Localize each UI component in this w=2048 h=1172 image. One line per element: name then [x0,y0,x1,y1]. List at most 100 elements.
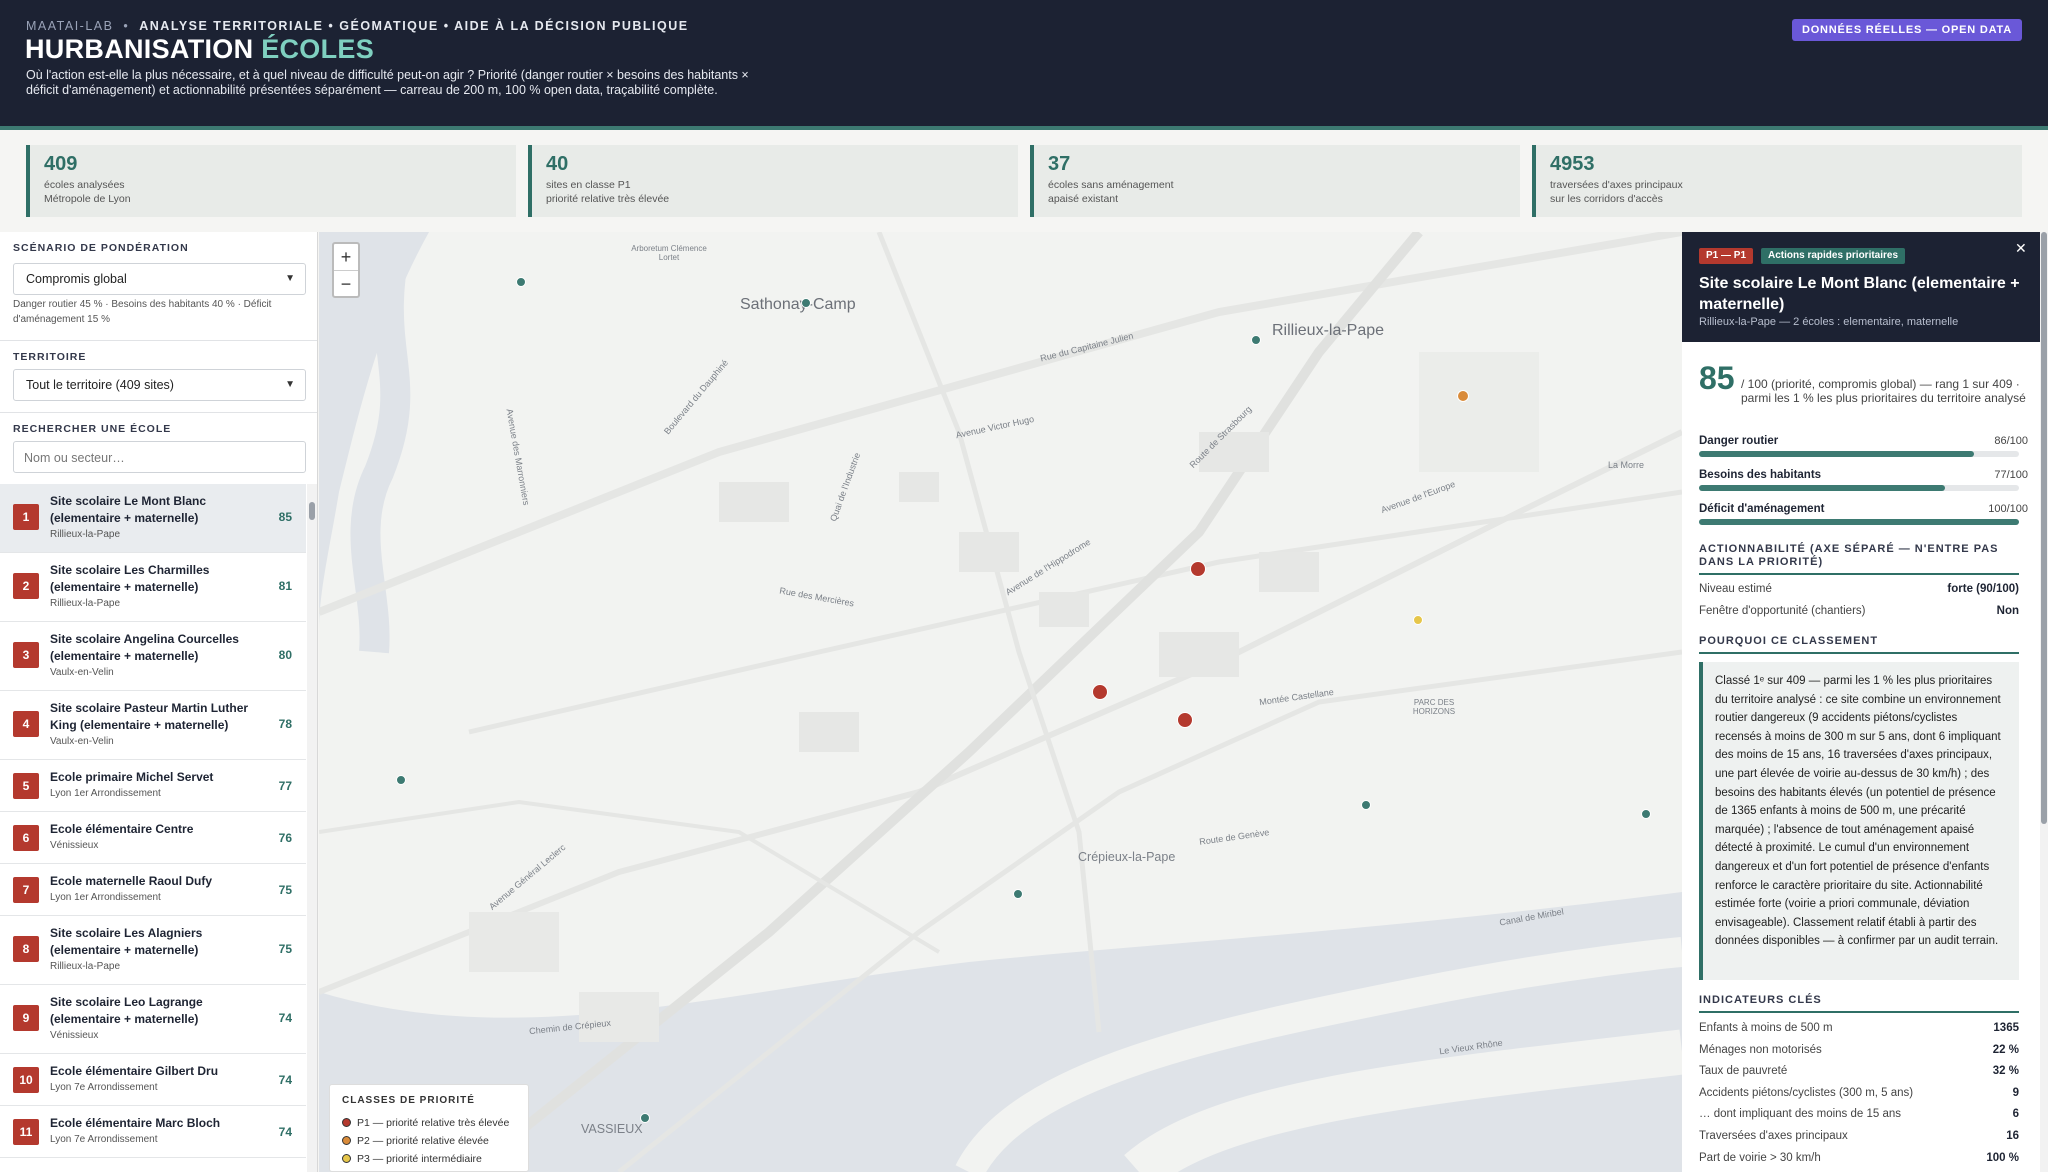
map-label: PARC DES HORIZONS [1412,698,1456,716]
school-list-item[interactable]: 10 Ecole élémentaire Gilbert Dru Lyon 7e A… [0,1054,306,1106]
school-marker[interactable] [640,1113,650,1123]
school-score: 74 [278,1011,292,1025]
weighting-select[interactable]: Compromis global ▼ [13,263,306,295]
school-list-item[interactable]: 6 Ecole élémentaire Centre Vénissieux 76 [0,812,306,864]
rank-badge: 8 [13,936,39,962]
school-name: Ecole primaire Michel Servet [50,770,214,784]
search-input[interactable]: Nom ou secteur… [13,441,306,473]
close-icon[interactable]: ✕ [2015,240,2027,257]
row-value: 6 [2012,1108,2019,1121]
school-marker-p3[interactable] [1413,615,1423,625]
row-value: 9 [2012,1086,2019,1099]
detail-school-name: Site scolaire Le Mont Blanc (elementaire… [1699,275,2020,313]
school-list-item[interactable]: 1 Site scolaire Le Mont Blanc (elementair… [0,484,306,553]
school-marker-p1[interactable] [1177,712,1193,728]
kpi-value: 37 [1048,153,1071,175]
school-marker[interactable] [516,277,526,287]
zoom-out-button[interactable]: − [334,270,358,296]
school-commune: Vaulx-en-Velin [50,667,114,678]
map-label: Crépieux-la-Pape [1078,850,1176,864]
divider [0,412,317,413]
school-name: Ecole élémentaire Centre [50,822,194,836]
school-score: 76 [278,831,292,845]
kpi-label-line1: écoles sans aménagement [1048,179,1174,191]
school-list-item[interactable]: 8 Site scolaire Les Alagniers (elementair… [0,916,306,985]
needs-bar [1699,485,2019,491]
rank-badge: 2 [13,573,39,599]
open-data-badge: DONNÉES RÉELLES — OPEN DATA [1791,19,2022,41]
kpi-label: traversées d'axes principaux sur les corr… [1550,178,2008,206]
action-row: Niveau estimé forte (90/100) [1699,583,2019,601]
bar-label: Déficit d'aménagement [1699,503,1825,515]
row-label: … dont impliquant des moins de 15 ans [1699,1108,1902,1121]
school-marker[interactable] [801,298,811,308]
detail-location: Rillieux-la-Pape — 2 écoles : elementair… [1699,316,1959,328]
kpi-label-line1: écoles analysées [44,179,125,191]
row-label: Accidents piétons/cyclistes (300 m, 5 an… [1699,1086,1914,1099]
priority-class-badge: P1 — P1 [1699,248,1754,264]
kpi-card: 409 écoles analysées Métropole de Lyon [26,145,516,217]
scrollbar-thumb[interactable] [309,502,315,520]
row-label: Fenêtre d'opportunité (chantiers) [1699,605,1866,617]
school-list-item[interactable]: 5 Ecole primaire Michel Servet Lyon 1er Ar… [0,760,306,812]
kpi-label-line1: traversées d'axes principaux [1550,179,1683,191]
rank-badge: 11 [13,1119,39,1145]
territory-select[interactable]: Tout le territoire (409 sites) ▼ [13,369,306,401]
school-marker[interactable] [1361,800,1371,810]
school-marker-p1[interactable] [1092,684,1108,700]
legend-dot [342,1154,351,1163]
list-scrollbar[interactable] [307,484,317,1172]
school-marker-p2[interactable] [1457,390,1469,402]
school-commune: Lyon 1er Arrondissement [50,788,161,799]
school-score: 77 [278,779,292,793]
kpi-label: écoles analysées Métropole de Lyon [44,178,502,206]
school-commune: Rillieux-la-Pape [50,598,121,609]
search-heading: RECHERCHER UNE ÉCOLE [13,423,172,435]
kpi-label-line1: sites en classe P1 [546,179,631,191]
school-score: 78 [278,717,292,731]
school-commune: Vénissieux [50,840,99,851]
school-list-item[interactable]: 11 Ecole élémentaire Marc Bloch Lyon 7e Ar… [0,1106,306,1158]
bar-label: Besoins des habitants [1699,469,1822,481]
rank-badge: 3 [13,642,39,668]
rank-badge: 5 [13,773,39,799]
legend-dot [342,1118,351,1127]
scrollbar-thumb[interactable] [2041,232,2047,824]
zoom-control: + − [332,242,360,298]
school-commune: Lyon 7e Arrondissement [50,1082,158,1093]
app-title: HURBANISATION ÉCOLES [25,34,374,65]
school-marker-p1[interactable] [1190,561,1206,577]
school-list-item[interactable]: 4 Site scolaire Pasteur Martin Luther Kin… [0,691,306,760]
kpi-card: 4953 traversées d'axes principaux sur les … [1532,145,2022,217]
kpi-label-line2: Métropole de Lyon [44,193,131,205]
bar-value: 77/100 [1994,469,2028,481]
legend-dot [342,1136,351,1145]
zoom-in-button[interactable]: + [334,244,358,270]
indicator-row: Accidents piétons/cyclistes (300 m, 5 an… [1699,1087,2019,1105]
school-list-item[interactable]: 7 Ecole maternelle Raoul Dufy Lyon 1er Arr… [0,864,306,916]
indicator-row: Ménages non motorisés 22 % [1699,1044,2019,1062]
panel-scrollbar[interactable] [2040,232,2048,1172]
why-heading: POURQUOI CE CLASSEMENT [1699,635,2019,654]
weighting-description: Danger routier 45 % · Besoins des habita… [13,299,272,325]
kpi-label: écoles sans aménagement apaisé existant [1048,178,1506,206]
school-marker[interactable] [396,775,406,785]
school-marker[interactable] [1251,335,1261,345]
school-name: Site scolaire Leo Lagrange (elementaire … [50,995,203,1026]
school-score: 74 [278,1073,292,1087]
action-row: Fenêtre d'opportunité (chantiers) Non [1699,605,2019,623]
school-list-item[interactable]: 2 Site scolaire Les Charmilles (elementai… [0,553,306,622]
school-list-item[interactable]: 9 Site scolaire Leo Lagrange (elementaire… [0,985,306,1054]
row-label: Traversées d'axes principaux [1699,1130,1848,1142]
row-label: Part de voirie > 30 km/h [1699,1151,1821,1164]
school-list-item[interactable]: 3 Site scolaire Angelina Courcelles (elem… [0,622,306,691]
kpi-label-line2: apaisé existant [1048,193,1119,205]
bar-value: 86/100 [1994,435,2028,447]
school-marker[interactable] [1641,809,1651,819]
map-view[interactable]: Sathonay-Camp Rillieux-la-Pape Crépieux-… [319,232,1682,1172]
app-title-accent: ÉCOLES [261,34,375,64]
school-marker[interactable] [1013,889,1023,899]
rank-badge: 10 [13,1067,39,1093]
row-label: Enfants à moins de 500 m [1699,1022,1833,1034]
school-name: Site scolaire Les Alagniers (elementaire… [50,926,203,957]
